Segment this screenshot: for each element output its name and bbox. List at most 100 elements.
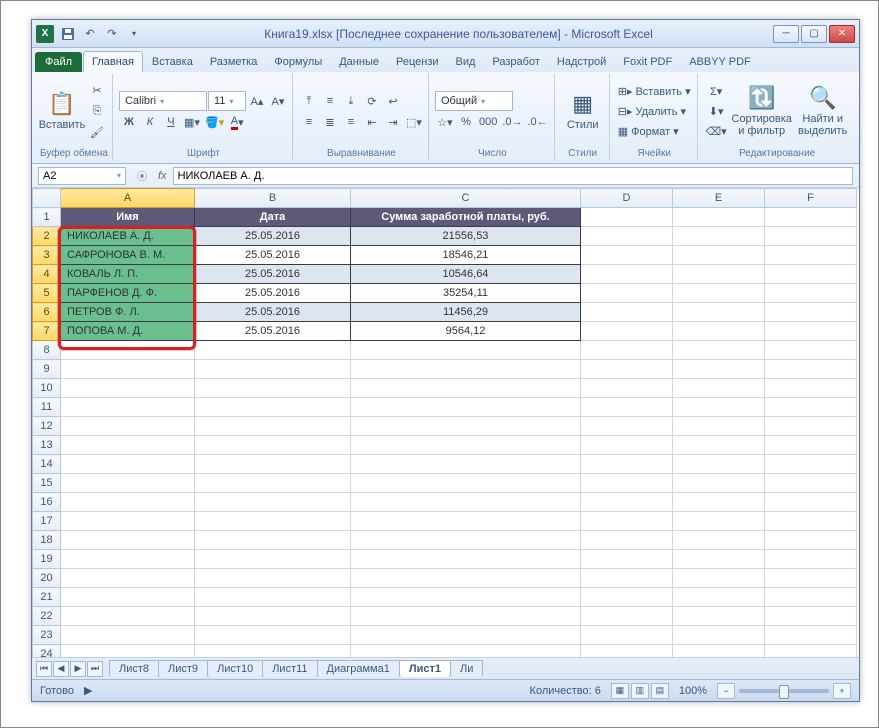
spreadsheet-grid[interactable]: A B C D E F 1 Имя Дата Сумма заработной … [32,188,859,657]
cell-name[interactable]: КОВАЛЬ Л. П. [61,265,195,284]
tab-formulas[interactable]: Формулы [266,52,330,72]
row-header[interactable]: 24 [33,645,61,658]
cell[interactable] [195,436,351,455]
macro-icon[interactable]: ▶ [84,684,92,697]
sheet-tab[interactable]: Лист9 [158,660,208,677]
fill-color-button[interactable]: 🪣▾ [203,112,226,132]
cell[interactable] [351,531,581,550]
cell[interactable] [351,360,581,379]
row-header[interactable]: 14 [33,455,61,474]
cell[interactable] [581,284,673,303]
tab-file[interactable]: Файл [35,52,82,72]
cell[interactable] [581,417,673,436]
paste-button[interactable]: 📋Вставить [40,79,84,145]
maximize-button[interactable]: ▢ [801,25,827,43]
row-header[interactable]: 12 [33,417,61,436]
cell[interactable] [765,417,857,436]
row-header[interactable]: 4 [33,265,61,284]
cell[interactable] [673,626,765,645]
cell[interactable] [673,227,765,246]
row-header[interactable]: 6 [33,303,61,322]
cell[interactable] [581,645,673,658]
cell[interactable] [765,455,857,474]
sheet-tab[interactable]: Лист10 [207,660,263,677]
merge-cells-icon[interactable]: ⬚▾ [404,112,424,132]
qat-undo-icon[interactable]: ↶ [80,24,100,44]
cell[interactable] [195,512,351,531]
view-layout-icon[interactable]: ▥ [631,683,649,699]
row-header[interactable]: 19 [33,550,61,569]
cell[interactable] [765,569,857,588]
cell[interactable] [195,569,351,588]
cell[interactable] [673,398,765,417]
close-button[interactable]: ✕ [829,25,855,43]
row-header[interactable]: 23 [33,626,61,645]
col-header[interactable]: D [581,189,673,208]
cell-sum[interactable]: 18546,21 [351,246,581,265]
cell[interactable] [351,512,581,531]
cell[interactable] [61,360,195,379]
sheet-nav-last-icon[interactable]: ⏭ [87,661,103,677]
cell[interactable] [61,341,195,360]
cell[interactable] [61,455,195,474]
cell[interactable] [581,341,673,360]
row-header[interactable]: 2 [33,227,61,246]
table-header-name[interactable]: Имя [61,208,195,227]
cell[interactable] [673,417,765,436]
row-header[interactable]: 5 [33,284,61,303]
cell[interactable] [351,417,581,436]
cell-sum[interactable]: 9564,12 [351,322,581,341]
cell[interactable] [765,531,857,550]
cell[interactable] [61,569,195,588]
cell[interactable] [581,246,673,265]
font-color-button[interactable]: A▾ [227,112,247,132]
border-button[interactable]: ▦▾ [182,112,202,132]
row-header[interactable]: 9 [33,360,61,379]
decrease-decimal-icon[interactable]: .0← [526,112,550,132]
cell[interactable] [673,436,765,455]
cell[interactable] [351,645,581,658]
cell-sum[interactable]: 21556,53 [351,227,581,246]
zoom-in-button[interactable]: + [833,683,851,699]
tab-view[interactable]: Вид [448,52,484,72]
cell[interactable] [581,493,673,512]
tab-insert[interactable]: Вставка [144,52,201,72]
cell[interactable] [765,208,857,227]
cell[interactable] [765,626,857,645]
cell[interactable] [673,588,765,607]
grow-font-icon[interactable]: A▴ [247,91,267,111]
cell[interactable] [195,626,351,645]
tab-layout[interactable]: Разметка [202,52,266,72]
cell[interactable] [765,227,857,246]
cell[interactable] [351,341,581,360]
cell-date[interactable]: 25.05.2016 [195,246,351,265]
table-header-sum[interactable]: Сумма заработной платы, руб. [351,208,581,227]
qat-dropdown-icon[interactable]: ▾ [124,24,144,44]
cell[interactable] [673,607,765,626]
cell[interactable] [765,607,857,626]
cell[interactable] [581,227,673,246]
tab-foxit[interactable]: Foxit PDF [615,52,680,72]
cell[interactable] [351,607,581,626]
cell-sum[interactable]: 11456,29 [351,303,581,322]
align-center-icon[interactable]: ≣ [320,112,340,132]
cell[interactable] [673,512,765,531]
sheet-tab[interactable]: Ли [450,660,483,677]
sheet-nav-next-icon[interactable]: ▶ [70,661,86,677]
cell[interactable] [673,645,765,658]
cell[interactable] [673,265,765,284]
cell[interactable] [673,341,765,360]
cell[interactable] [351,474,581,493]
insert-cells-button[interactable]: ⊞▸Вставить▾ [616,82,693,102]
find-select-button[interactable]: 🔍Найти и выделить [795,79,851,145]
cell[interactable] [765,512,857,531]
cell[interactable] [195,607,351,626]
cell[interactable] [581,265,673,284]
format-painter-icon[interactable]: 🖌 [87,123,107,143]
orientation-icon[interactable]: ⟳ [362,91,382,111]
cell[interactable] [351,455,581,474]
comma-icon[interactable]: 000 [477,112,499,132]
cell[interactable] [195,531,351,550]
select-all-corner[interactable] [33,189,61,208]
cell[interactable] [673,246,765,265]
